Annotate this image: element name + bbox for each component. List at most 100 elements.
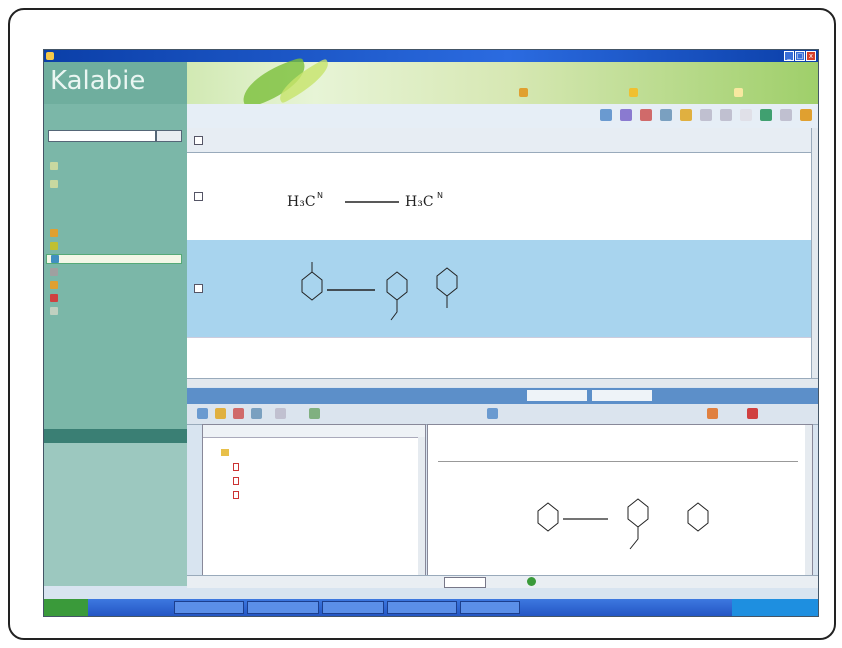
nav-item-icon xyxy=(51,255,59,263)
quick-search-go-button[interactable] xyxy=(156,130,182,142)
sidebar-lower-panel xyxy=(44,443,187,586)
sidebar-nav-item[interactable] xyxy=(46,241,182,251)
table-row-selected[interactable] xyxy=(187,240,811,338)
sidebar-link-1[interactable] xyxy=(50,162,61,170)
table-row[interactable]: H₃C N H₃C N xyxy=(187,152,811,241)
tree-item[interactable] xyxy=(233,491,242,499)
tree-item[interactable] xyxy=(233,477,242,485)
banner-button-3[interactable] xyxy=(734,86,745,99)
nav-icon[interactable] xyxy=(487,408,498,419)
logo-area: Kalabie xyxy=(44,62,187,104)
reaction-structure-2 xyxy=(301,262,458,321)
preview-header xyxy=(187,388,818,404)
banner-button-1[interactable] xyxy=(519,86,530,99)
app-logo: Kalabie xyxy=(50,66,146,96)
sidebar-link-icon-2 xyxy=(50,180,58,188)
print-icon[interactable] xyxy=(215,408,226,419)
document-icon xyxy=(233,491,239,499)
table-vertical-scrollbar[interactable] xyxy=(811,128,818,378)
document-tree xyxy=(202,424,426,576)
main-toolbar xyxy=(187,104,818,129)
sidebar-nav-item[interactable] xyxy=(46,228,182,238)
copy-icon[interactable] xyxy=(720,109,732,121)
sidebar xyxy=(44,104,187,586)
table-header xyxy=(187,128,811,153)
tree-root[interactable] xyxy=(221,449,232,456)
minimize-button[interactable]: _ xyxy=(784,51,794,61)
preview-tab-1[interactable] xyxy=(527,390,587,401)
document-scrollbar[interactable] xyxy=(805,425,812,575)
row-checkbox[interactable] xyxy=(194,192,203,201)
highlight-icon[interactable] xyxy=(707,408,718,419)
nav-item-icon xyxy=(50,229,58,237)
sidebar-section-title xyxy=(44,429,187,443)
edit-icon[interactable] xyxy=(740,109,752,121)
taskbar xyxy=(44,599,818,616)
row-checkbox[interactable] xyxy=(194,284,203,293)
save-icon[interactable] xyxy=(197,408,208,419)
results-table: H₃C N H₃C N xyxy=(187,128,811,378)
quick-search-input[interactable] xyxy=(48,130,156,142)
nav-item-icon xyxy=(50,294,58,302)
folder-icon xyxy=(221,449,229,456)
application-window: _ □ x Kalabie H₃C N H₃C N xyxy=(43,49,819,617)
settings-icon[interactable] xyxy=(780,109,792,121)
tree-toolbar xyxy=(203,425,425,438)
search-icon[interactable] xyxy=(600,109,612,121)
nav-item-icon xyxy=(50,268,58,276)
sidebar-nav-item[interactable] xyxy=(46,267,182,277)
document-reaction-structure xyxy=(537,498,709,550)
excel-icon[interactable] xyxy=(760,109,772,121)
nav-item-icon xyxy=(50,281,58,289)
taskbar-item-5[interactable] xyxy=(460,601,520,614)
taskbar-item-2[interactable] xyxy=(247,601,319,614)
open-icon[interactable] xyxy=(233,408,244,419)
zoom-icon[interactable] xyxy=(251,408,262,419)
document-preview xyxy=(427,424,813,576)
layout-icon[interactable] xyxy=(309,408,320,419)
tree-scrollbar[interactable] xyxy=(418,437,425,575)
tree-item[interactable] xyxy=(233,463,242,471)
sidebar-nav-item[interactable] xyxy=(46,293,182,303)
refresh-icon[interactable] xyxy=(660,109,672,121)
banner-button-2[interactable] xyxy=(629,86,640,99)
sidebar-nav-item[interactable] xyxy=(46,280,182,290)
find-icon[interactable] xyxy=(275,408,286,419)
nav-item-icon xyxy=(50,242,58,250)
banner-button-icon-2 xyxy=(629,88,638,97)
preview-toolbar xyxy=(187,404,818,425)
banner-button-icon-1 xyxy=(519,88,528,97)
svg-text:N: N xyxy=(437,191,443,200)
svg-text:N: N xyxy=(317,191,323,200)
document-icon xyxy=(233,463,239,471)
doc-divider xyxy=(438,461,798,462)
reaction-structure-1: H₃C N H₃C N xyxy=(287,191,443,210)
document-icon xyxy=(233,477,239,485)
start-button[interactable] xyxy=(44,599,88,616)
chart-icon[interactable] xyxy=(640,109,652,121)
close-button[interactable]: x xyxy=(806,51,816,61)
pen-icon[interactable] xyxy=(800,109,812,121)
svg-text:H₃C: H₃C xyxy=(405,194,434,210)
export-icon[interactable] xyxy=(680,109,692,121)
banner-button-icon-3 xyxy=(734,88,743,97)
nav-item-icon xyxy=(50,307,58,315)
go-icon[interactable] xyxy=(527,577,536,586)
sidebar-link-2[interactable] xyxy=(50,180,61,188)
taskbar-item-3[interactable] xyxy=(322,601,384,614)
select-all-checkbox[interactable] xyxy=(194,136,203,145)
preview-tab-2[interactable] xyxy=(592,390,652,401)
taskbar-item-1[interactable] xyxy=(174,601,244,614)
pdf-icon[interactable] xyxy=(747,408,758,419)
page-number-input[interactable] xyxy=(444,577,486,588)
delete-icon[interactable] xyxy=(700,109,712,121)
sidebar-nav-item[interactable] xyxy=(46,254,182,264)
maximize-button[interactable]: □ xyxy=(795,51,805,61)
table-horizontal-scrollbar[interactable] xyxy=(187,378,818,387)
taskbar-item-4[interactable] xyxy=(387,601,457,614)
network-icon[interactable] xyxy=(620,109,632,121)
app-icon xyxy=(46,52,54,60)
sidebar-link-icon-1 xyxy=(50,162,58,170)
page-navigation xyxy=(187,575,818,588)
sidebar-nav-item[interactable] xyxy=(46,306,182,316)
